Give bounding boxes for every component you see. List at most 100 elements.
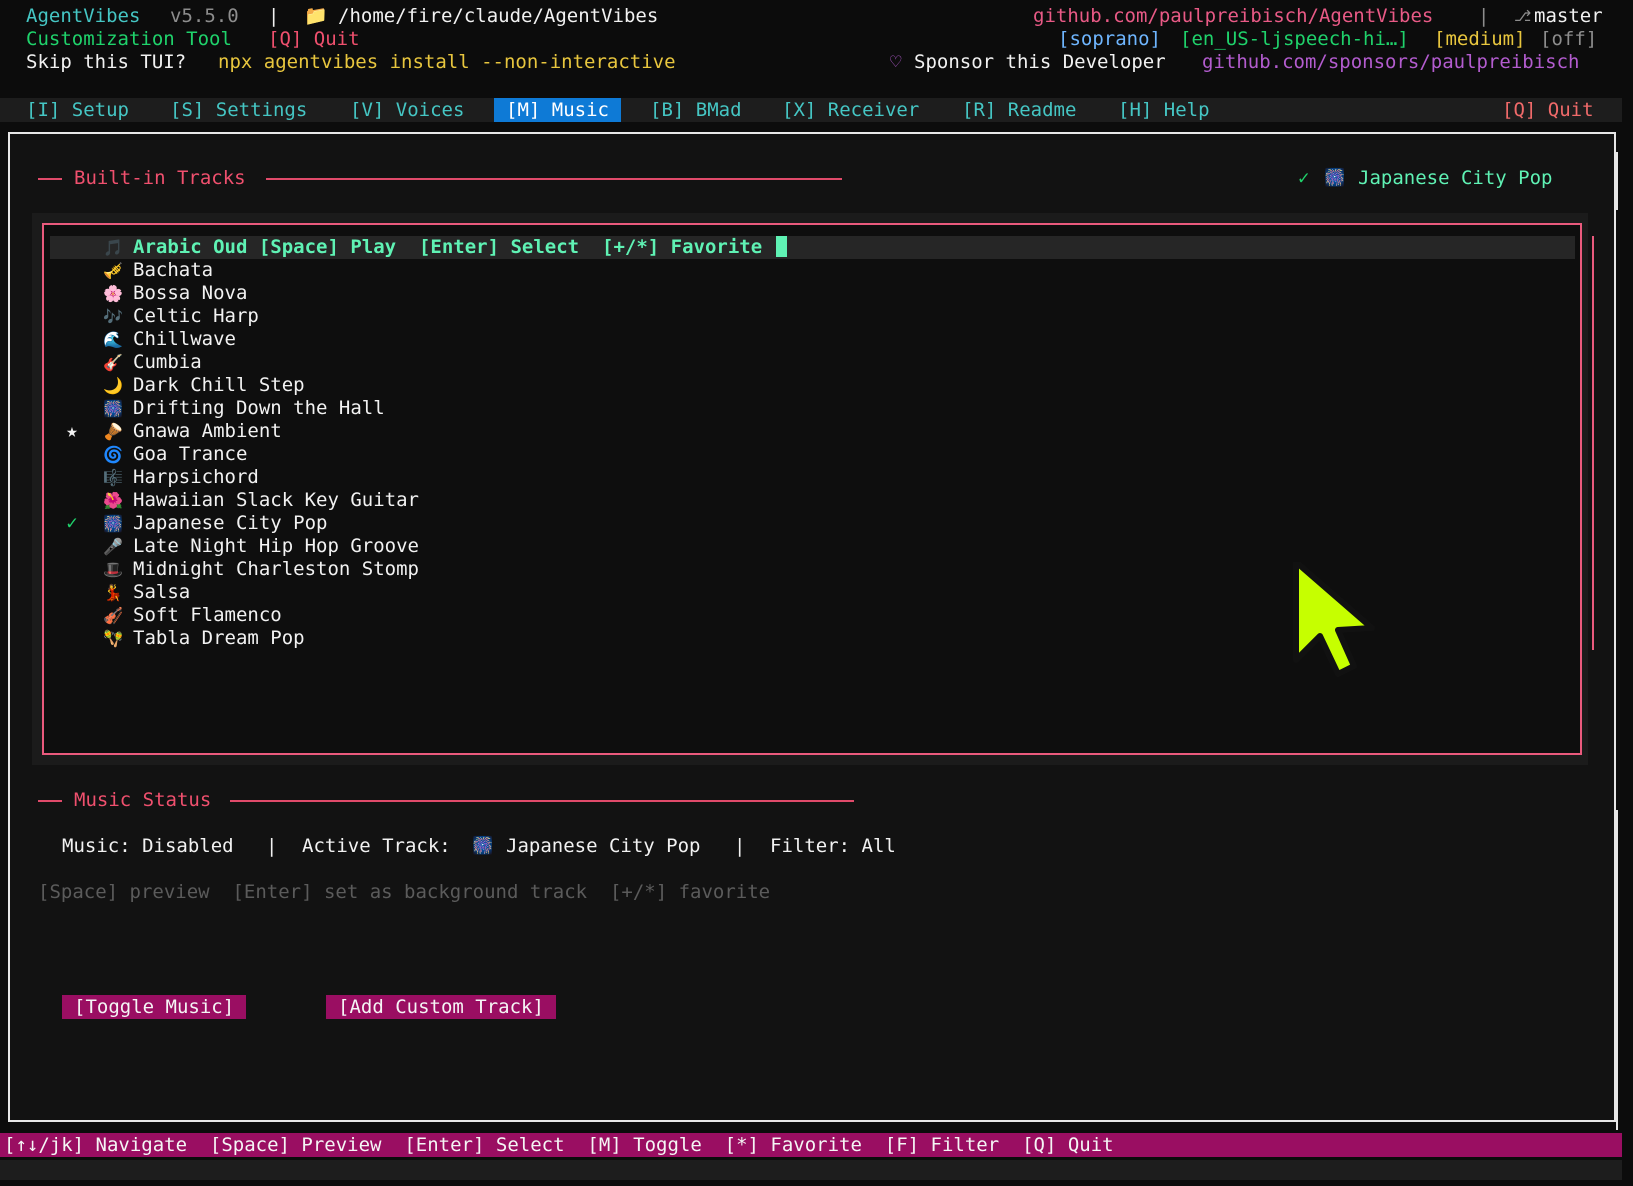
track-emoji-icon: 🎻 bbox=[103, 606, 123, 625]
track-emoji-icon: 🎸 bbox=[103, 353, 123, 372]
track-name: Bossa Nova bbox=[133, 282, 248, 304]
track-row[interactable]: 🌺 Hawaiian Slack Key Guitar bbox=[50, 489, 1575, 512]
track-name: Late Night Hip Hop Groove bbox=[133, 535, 419, 557]
track-name: Japanese City Pop bbox=[133, 512, 328, 534]
track-name: Salsa bbox=[133, 581, 191, 603]
track-name: Harpsichord bbox=[133, 466, 259, 488]
music-state: Music: Disabled bbox=[62, 835, 234, 857]
header-quit-hint[interactable]: [Q] Quit bbox=[268, 28, 360, 51]
toggle-music-button[interactable]: [Toggle Music] bbox=[62, 995, 247, 1019]
skip-label: Skip this TUI? bbox=[26, 51, 187, 73]
track-row[interactable]: 🌀 Goa Trance bbox=[50, 443, 1575, 466]
track-emoji-icon: 🌙 bbox=[103, 376, 123, 395]
tab-voices[interactable]: [V] Voices bbox=[338, 98, 476, 122]
keyboard-help: [Space] preview [Enter] set as backgroun… bbox=[38, 881, 771, 903]
track-row[interactable]: ★ 🪘 Gnawa Ambient bbox=[50, 420, 1575, 443]
track-row[interactable]: 🎤 Late Night Hip Hop Groove bbox=[50, 535, 1575, 558]
track-emoji-icon: 🌸 bbox=[103, 284, 123, 303]
track-row[interactable]: 🎆 Drifting Down the Hall bbox=[50, 397, 1575, 420]
text-cursor bbox=[775, 236, 787, 257]
fireworks-icon: 🎆 bbox=[1324, 168, 1346, 188]
sponsor-link[interactable]: github.com/sponsors/paulpreibisch bbox=[1202, 51, 1580, 74]
track-row[interactable]: 🎼 Harpsichord bbox=[50, 466, 1575, 489]
track-row[interactable]: 🎶 Celtic Harp bbox=[50, 305, 1575, 328]
branch-name: master bbox=[1534, 5, 1603, 27]
tab-bar: [I] Setup [S] Settings [V] Voices [M] Mu… bbox=[0, 98, 1622, 122]
status-voice: [soprano] bbox=[1058, 28, 1161, 50]
track-emoji-icon: 🌀 bbox=[103, 445, 123, 464]
track-name: Goa Trance bbox=[133, 443, 248, 465]
track-name: Drifting Down the Hall bbox=[133, 397, 385, 419]
bottom-strip bbox=[0, 1160, 1622, 1180]
heart-icon: ♡ bbox=[890, 51, 902, 73]
track-name: Cumbia bbox=[133, 351, 202, 373]
tab-quit[interactable]: [Q] Quit bbox=[1490, 98, 1606, 122]
repo-link[interactable]: github.com/paulpreibisch/AgentVibes bbox=[1033, 5, 1433, 28]
tab-bmad[interactable]: [B] BMad bbox=[638, 98, 754, 122]
track-emoji-icon: 💃 bbox=[103, 583, 123, 602]
track-name: Celtic Harp bbox=[133, 305, 259, 327]
track-emoji-icon: 🌊 bbox=[103, 330, 123, 349]
scroll-edge-top bbox=[1616, 152, 1618, 210]
track-emoji-icon: 🪘 bbox=[103, 422, 123, 441]
scroll-edge-bottom bbox=[1616, 810, 1618, 1130]
active-track-value: Japanese City Pop bbox=[506, 835, 701, 857]
tab-readme[interactable]: [R] Readme bbox=[950, 98, 1088, 122]
track-row[interactable]: ✓ 🎆 Japanese City Pop bbox=[50, 512, 1575, 535]
subtitle: Customization Tool bbox=[26, 28, 232, 50]
status-sep-1: | bbox=[266, 835, 278, 857]
working-path: /home/fire/claude/AgentVibes bbox=[338, 5, 659, 27]
track-row-selected[interactable]: 🎵 Arabic Oud [Space] Play [Enter] Select … bbox=[50, 236, 1575, 259]
status-quality: [medium] bbox=[1434, 28, 1526, 50]
status-sep-2: | bbox=[734, 835, 746, 857]
track-row[interactable]: 🌸 Bossa Nova bbox=[50, 282, 1575, 305]
track-emoji-icon: 🎩 bbox=[103, 560, 123, 579]
folder-icon: 📁 bbox=[304, 5, 328, 27]
track-name: Bachata bbox=[133, 259, 214, 281]
tab-help[interactable]: [H] Help bbox=[1106, 98, 1222, 122]
track-row[interactable]: 🌙 Dark Chill Step bbox=[50, 374, 1575, 397]
track-emoji-icon: 🎼 bbox=[103, 468, 123, 487]
track-row[interactable]: 🌊 Chillwave bbox=[50, 328, 1575, 351]
track-scrollbar[interactable] bbox=[1592, 236, 1594, 650]
filter-value: Filter: All bbox=[770, 835, 896, 857]
tracks-section-title: Built-in Tracks bbox=[74, 167, 246, 189]
branch-icon: ⎇ bbox=[1514, 7, 1532, 25]
track-emoji-icon: 🎵 bbox=[103, 238, 123, 257]
active-track-check: ✓ bbox=[1298, 167, 1310, 189]
tab-settings[interactable]: [S] Settings bbox=[158, 98, 319, 122]
track-name: Hawaiian Slack Key Guitar bbox=[133, 489, 419, 511]
tab-setup[interactable]: [I] Setup bbox=[14, 98, 141, 122]
track-name-text: Arabic Oud bbox=[133, 236, 248, 258]
app-name: AgentVibes bbox=[26, 5, 141, 27]
header-separator-2: | bbox=[1478, 5, 1490, 27]
track-emoji-icon: 🎺 bbox=[103, 261, 123, 280]
track-name: Midnight Charleston Stomp bbox=[133, 558, 419, 580]
track-name: Arabic Oud [Space] Play [Enter] Select [… bbox=[133, 236, 787, 259]
mouse-pointer-icon bbox=[1293, 562, 1375, 677]
status-off: [off] bbox=[1540, 28, 1598, 50]
status-rule-right bbox=[230, 800, 854, 802]
track-emoji-icon: 🎆 bbox=[103, 514, 123, 533]
add-custom-track-button[interactable]: [Add Custom Track] bbox=[326, 995, 556, 1019]
track-row[interactable]: 🎺 Bachata bbox=[50, 259, 1575, 282]
status-section-title: Music Status bbox=[74, 789, 212, 811]
track-name: Gnawa Ambient bbox=[133, 420, 282, 442]
track-name: Tabla Dream Pop bbox=[133, 627, 305, 649]
tab-music[interactable]: [M] Music bbox=[494, 98, 621, 122]
status-rule-left bbox=[38, 800, 62, 802]
skip-command: npx agentvibes install --non-interactive bbox=[218, 51, 676, 73]
sponsor-label: Sponsor this Developer bbox=[914, 51, 1166, 73]
track-emoji-icon: 🎤 bbox=[103, 537, 123, 556]
active-track-label: Active Track: bbox=[302, 835, 451, 857]
track-row[interactable]: 🎸 Cumbia bbox=[50, 351, 1575, 374]
tab-receiver[interactable]: [X] Receiver bbox=[770, 98, 931, 122]
track-emoji-icon: 🎆 bbox=[103, 399, 123, 418]
active-track-name: Japanese City Pop bbox=[1358, 167, 1553, 189]
active-check-icon: ✓ bbox=[66, 512, 78, 534]
track-emoji-icon: 🌺 bbox=[103, 491, 123, 510]
app-version: v5.5.0 bbox=[170, 5, 239, 27]
track-name: Soft Flamenco bbox=[133, 604, 282, 626]
favorite-star-icon: ★ bbox=[66, 420, 78, 442]
track-emoji-icon: 🎶 bbox=[103, 307, 123, 326]
